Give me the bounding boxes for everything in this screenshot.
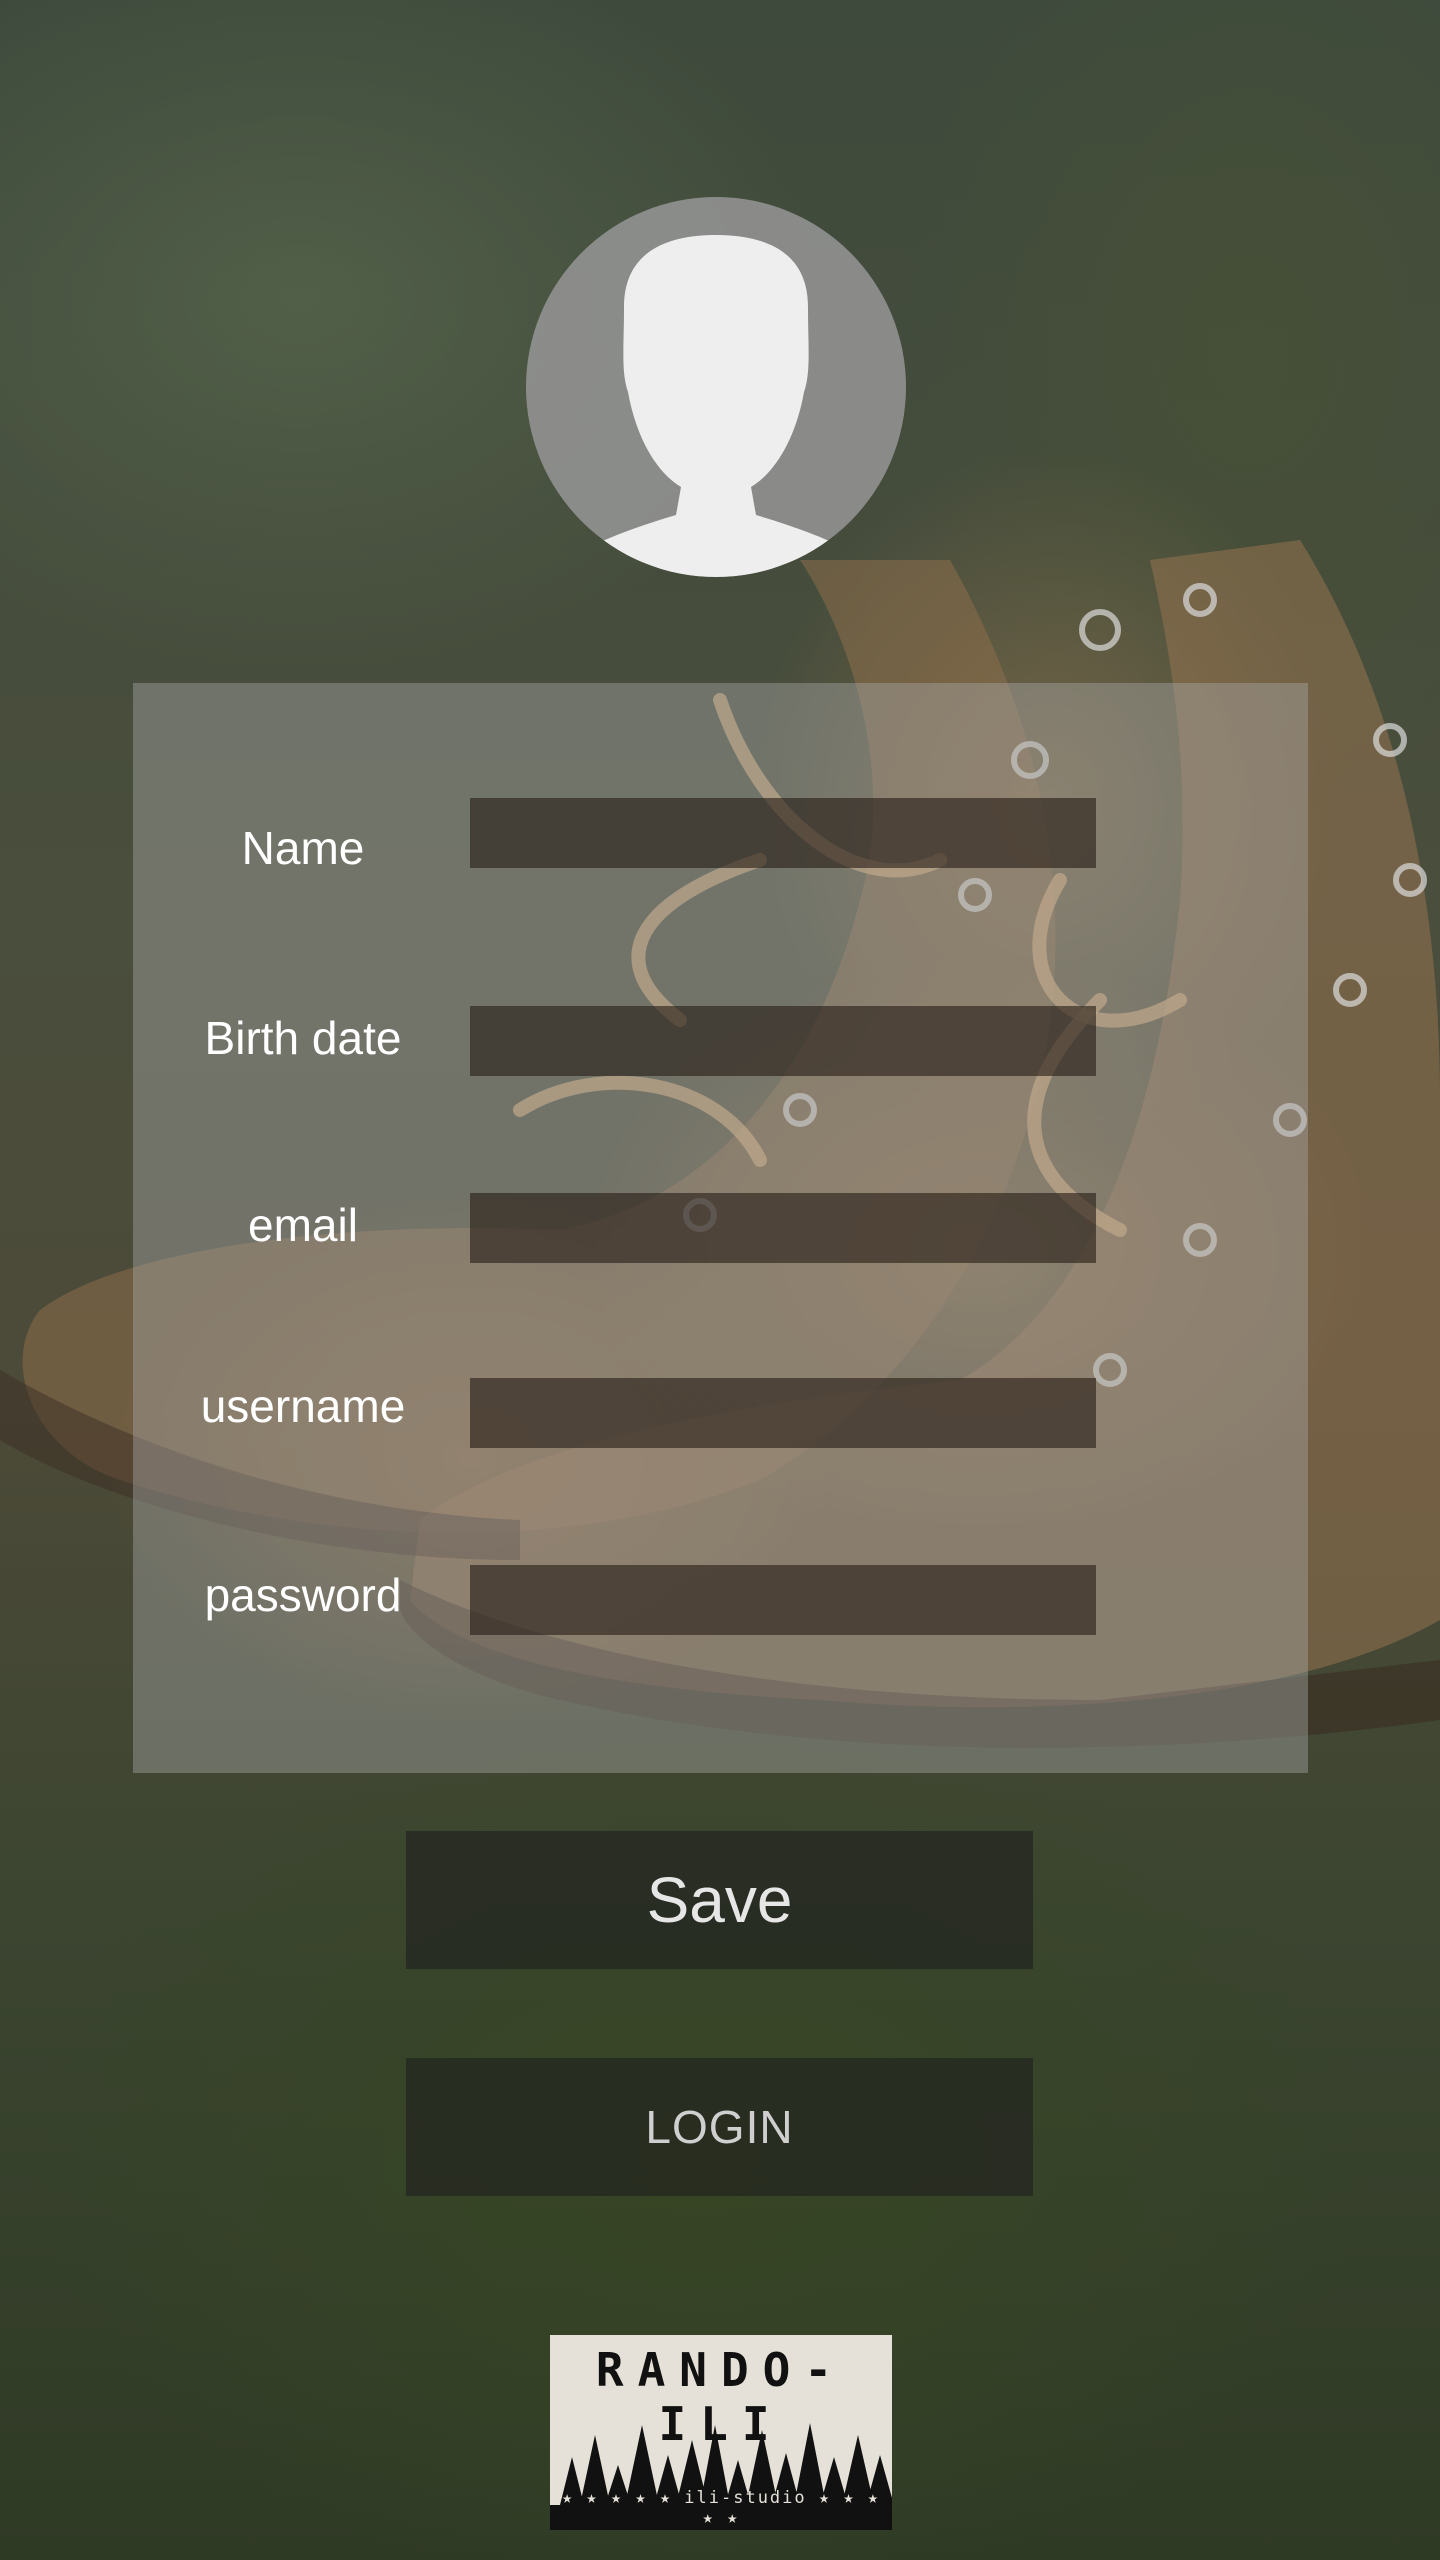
username-field[interactable] (470, 1378, 1096, 1448)
birth-date-field[interactable] (470, 1006, 1096, 1076)
login-button[interactable]: LOGIN (406, 2058, 1033, 2196)
brand-logo: RANDO-ILI ★ ★ ★ ★ ★ ili-studio ★ ★ ★ ★ ★ (550, 2335, 892, 2530)
name-field[interactable] (470, 798, 1096, 868)
avatar[interactable] (526, 197, 906, 577)
password-field[interactable] (470, 1565, 1096, 1635)
password-label: password (204, 1569, 402, 1621)
email-label: email (248, 1199, 358, 1251)
username-label: username (200, 1380, 406, 1432)
name-label: Name (241, 822, 365, 874)
save-button[interactable]: Save (406, 1831, 1033, 1969)
logo-subtitle: ★ ★ ★ ★ ★ ili-studio ★ ★ ★ ★ ★ (561, 2488, 881, 2528)
email-field[interactable] (470, 1193, 1096, 1263)
birth-date-label: Birth date (204, 1012, 402, 1064)
profile-form: Name Birth date email username password (133, 683, 1308, 1773)
user-silhouette-icon (556, 235, 876, 577)
